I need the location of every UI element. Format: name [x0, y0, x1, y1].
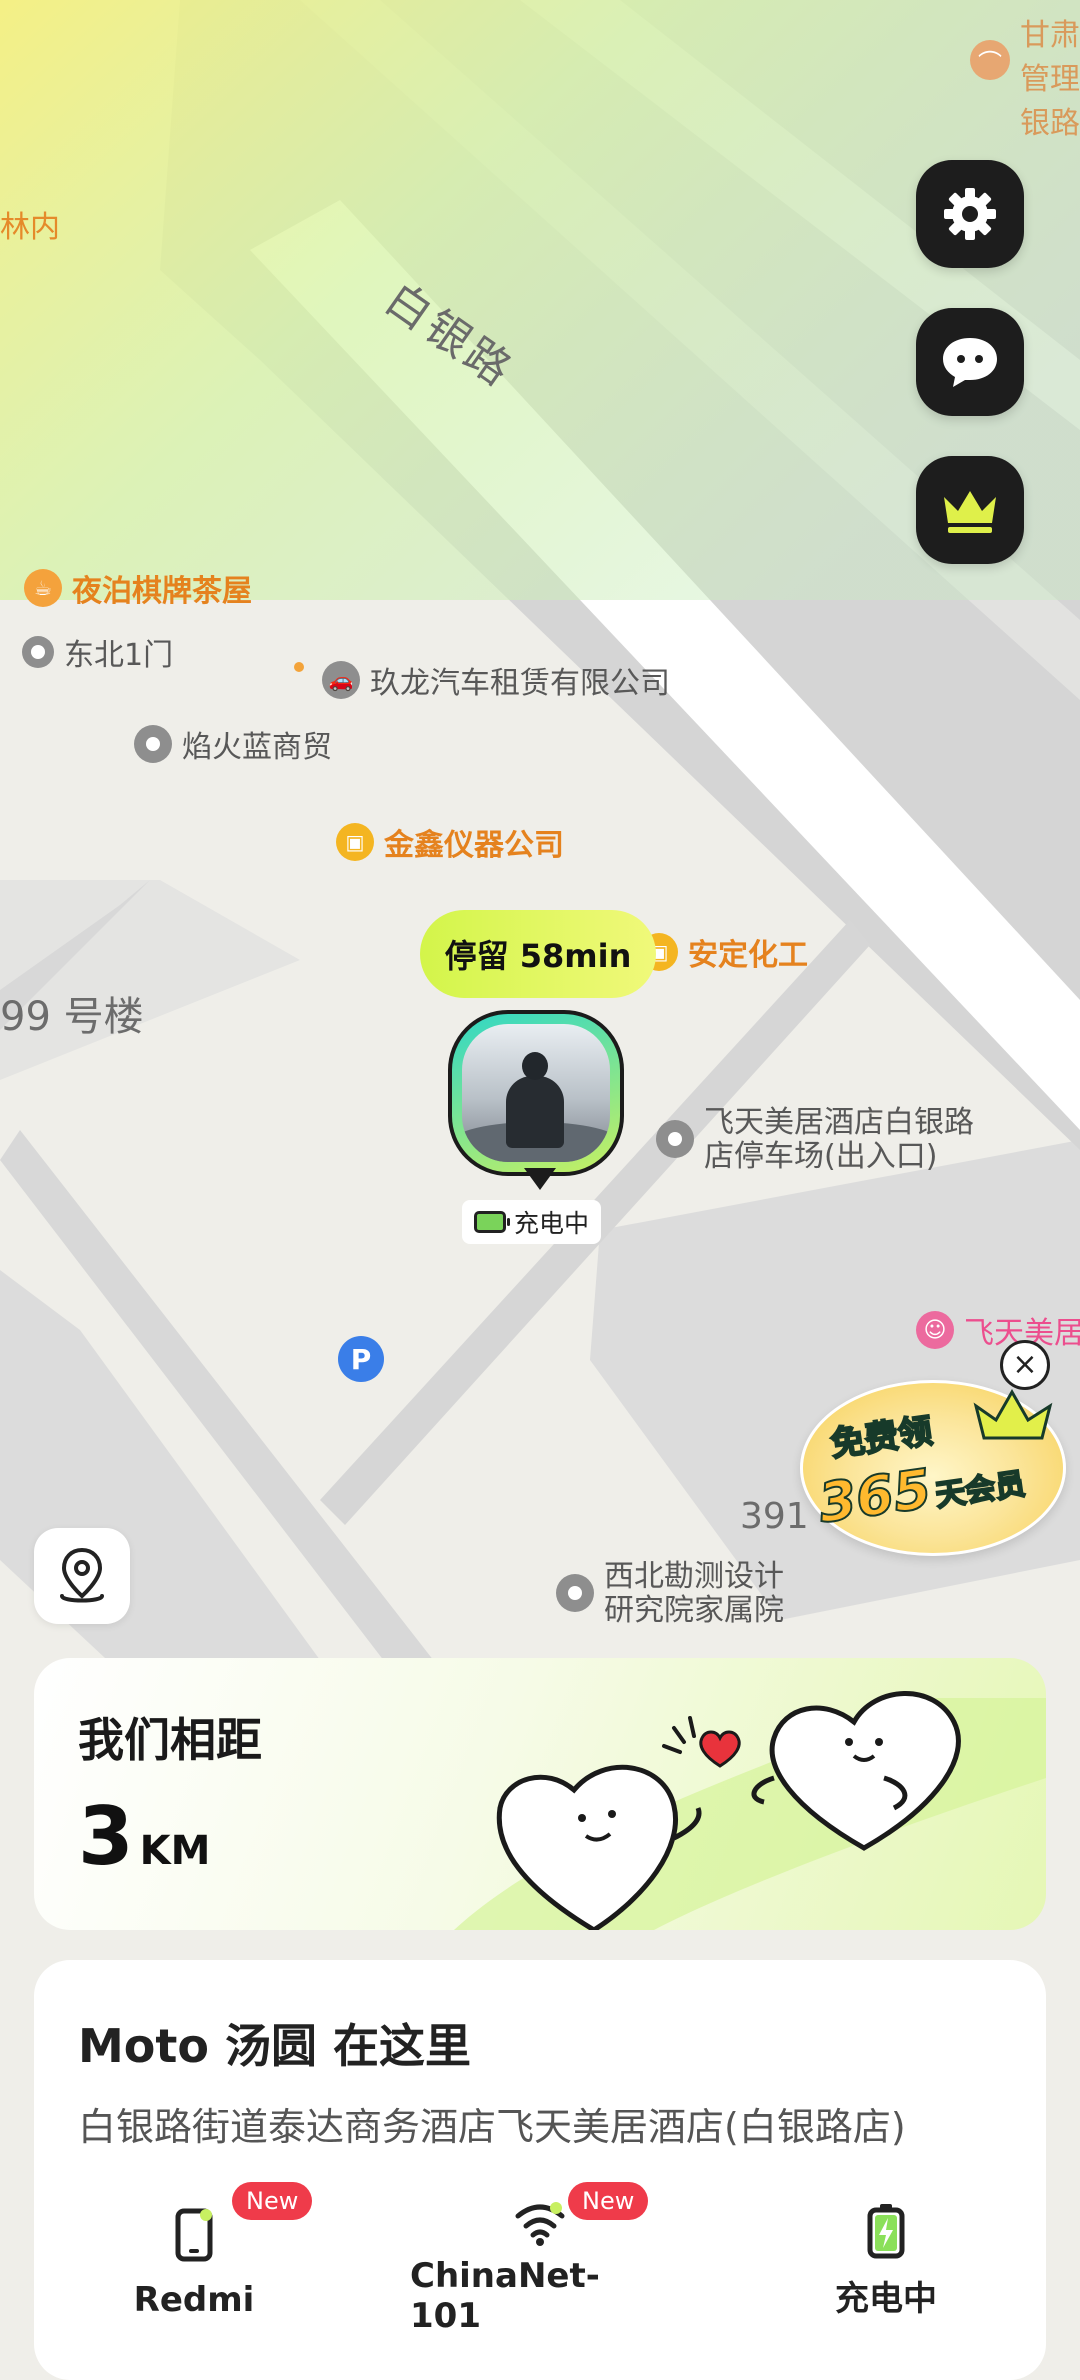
battery-charging-icon: [474, 1211, 510, 1233]
location-card[interactable]: Moto 汤圆 在这里 白银路街道泰达商务酒店飞天美居酒店(白银路店) New …: [34, 1960, 1046, 2380]
wifi-icon: [515, 2202, 565, 2246]
new-badge: New: [232, 2182, 313, 2220]
location-address: 白银路街道泰达商务酒店飞天美居酒店(白银路店): [78, 2105, 906, 2149]
poi-label: 玖龙汽车租赁有限公司: [370, 666, 670, 701]
charging-label: 充电中: [514, 1209, 590, 1238]
device-battery[interactable]: 充电中: [756, 2200, 1016, 2320]
poi-label: 林内: [0, 210, 60, 245]
chat-bubble-icon: [943, 338, 997, 387]
poi-label: 焰火蓝商贸: [182, 730, 332, 765]
distance-card[interactable]: 我们相距 3 KM: [34, 1658, 1046, 1930]
crown-icon: [944, 491, 996, 533]
gear-icon: [944, 188, 996, 240]
poi-label: 银路: [1020, 106, 1080, 141]
distance-title: 我们相距: [78, 1713, 262, 1767]
device-wifi[interactable]: New ChinaNet-101: [410, 2182, 670, 2336]
vip-button[interactable]: [916, 456, 1024, 564]
new-badge: New: [568, 2182, 649, 2220]
settings-button[interactable]: [916, 160, 1024, 268]
poi-label: 甘肃: [1020, 18, 1080, 53]
poi-chemical[interactable]: ▣ 安定化工: [640, 930, 808, 974]
poi-residence[interactable]: 西北勘测设计 研究院家属院: [556, 1560, 784, 1628]
vip-promo-badge[interactable]: 免费领 365 天会员 ×: [790, 1340, 1080, 1570]
house-icon: [556, 1574, 594, 1612]
car-icon: 🚗: [322, 661, 360, 699]
poi-label: 东北1门: [64, 638, 174, 673]
poi-left-edge[interactable]: 林内: [0, 202, 60, 246]
device-label: Redmi: [133, 2280, 255, 2320]
distance-number: 3: [78, 1790, 134, 1883]
place-dot-icon: [134, 725, 172, 763]
poi-label: 金鑫仪器公司: [384, 828, 564, 863]
poi-label: 99 号楼: [0, 994, 144, 1040]
close-icon[interactable]: ×: [1000, 1340, 1050, 1390]
poi-building-399[interactable]: 99 号楼: [0, 984, 144, 1042]
promo-suffix: 天会员: [932, 1466, 1028, 1515]
poi-teahouse[interactable]: ☕ 夜泊棋牌茶屋: [24, 566, 252, 610]
place-dot-icon: [22, 636, 54, 668]
device-phone[interactable]: New Redmi: [64, 2182, 324, 2320]
stay-duration-bubble[interactable]: 停留 58min: [420, 910, 656, 998]
device-label: ChinaNet-101: [410, 2256, 600, 2336]
crown-icon: [973, 1388, 1053, 1440]
poi-label: 安定化工: [688, 938, 808, 973]
poi-northeast-gate[interactable]: 东北1门: [22, 630, 173, 674]
poi-label: 研究院家属院: [604, 1593, 784, 1628]
chat-button[interactable]: [916, 308, 1024, 416]
teapot-icon: ☕: [24, 569, 62, 607]
poi-label: 西北勘测设计: [604, 1559, 784, 1594]
user-avatar-marker[interactable]: [448, 1010, 630, 1200]
poi-instruments[interactable]: ▣ 金鑫仪器公司: [336, 820, 564, 864]
poi-label: 夜泊棋牌茶屋: [72, 574, 252, 609]
distance-value: 3 KM: [78, 1790, 210, 1883]
poi-car-rental[interactable]: 🚗 玖龙汽车租赁有限公司: [322, 658, 670, 702]
place-dot-icon: [656, 1120, 694, 1158]
poi-label: 飞天美居酒店白银路: [704, 1105, 974, 1140]
distance-unit: KM: [139, 1828, 211, 1874]
tooth-icon: ⌒: [970, 40, 1010, 80]
charging-tag: 充电中: [462, 1200, 602, 1244]
phone-icon: [175, 2208, 213, 2262]
poi-label: 店停车场(出入口): [704, 1139, 938, 1174]
location-title: Moto 汤圆 在这里: [78, 2019, 471, 2073]
device-label: 充电中: [835, 2279, 937, 2319]
poi-parking-entrance[interactable]: 飞天美居酒店白银路 店停车场(出入口): [656, 1106, 974, 1174]
poi-label: 管理: [1020, 62, 1080, 97]
locate-button[interactable]: [34, 1528, 130, 1624]
small-dot: [294, 662, 304, 672]
poi-trading[interactable]: 焰火蓝商贸: [134, 722, 332, 766]
location-pin-icon: [60, 1547, 104, 1603]
avatar: [448, 1010, 624, 1176]
briefcase-icon: ▣: [336, 823, 374, 861]
poi-top-right[interactable]: 甘肃 管理 银路: [1020, 10, 1080, 142]
battery-charging-icon: [867, 2203, 905, 2258]
parking-icon[interactable]: P: [338, 1336, 384, 1382]
